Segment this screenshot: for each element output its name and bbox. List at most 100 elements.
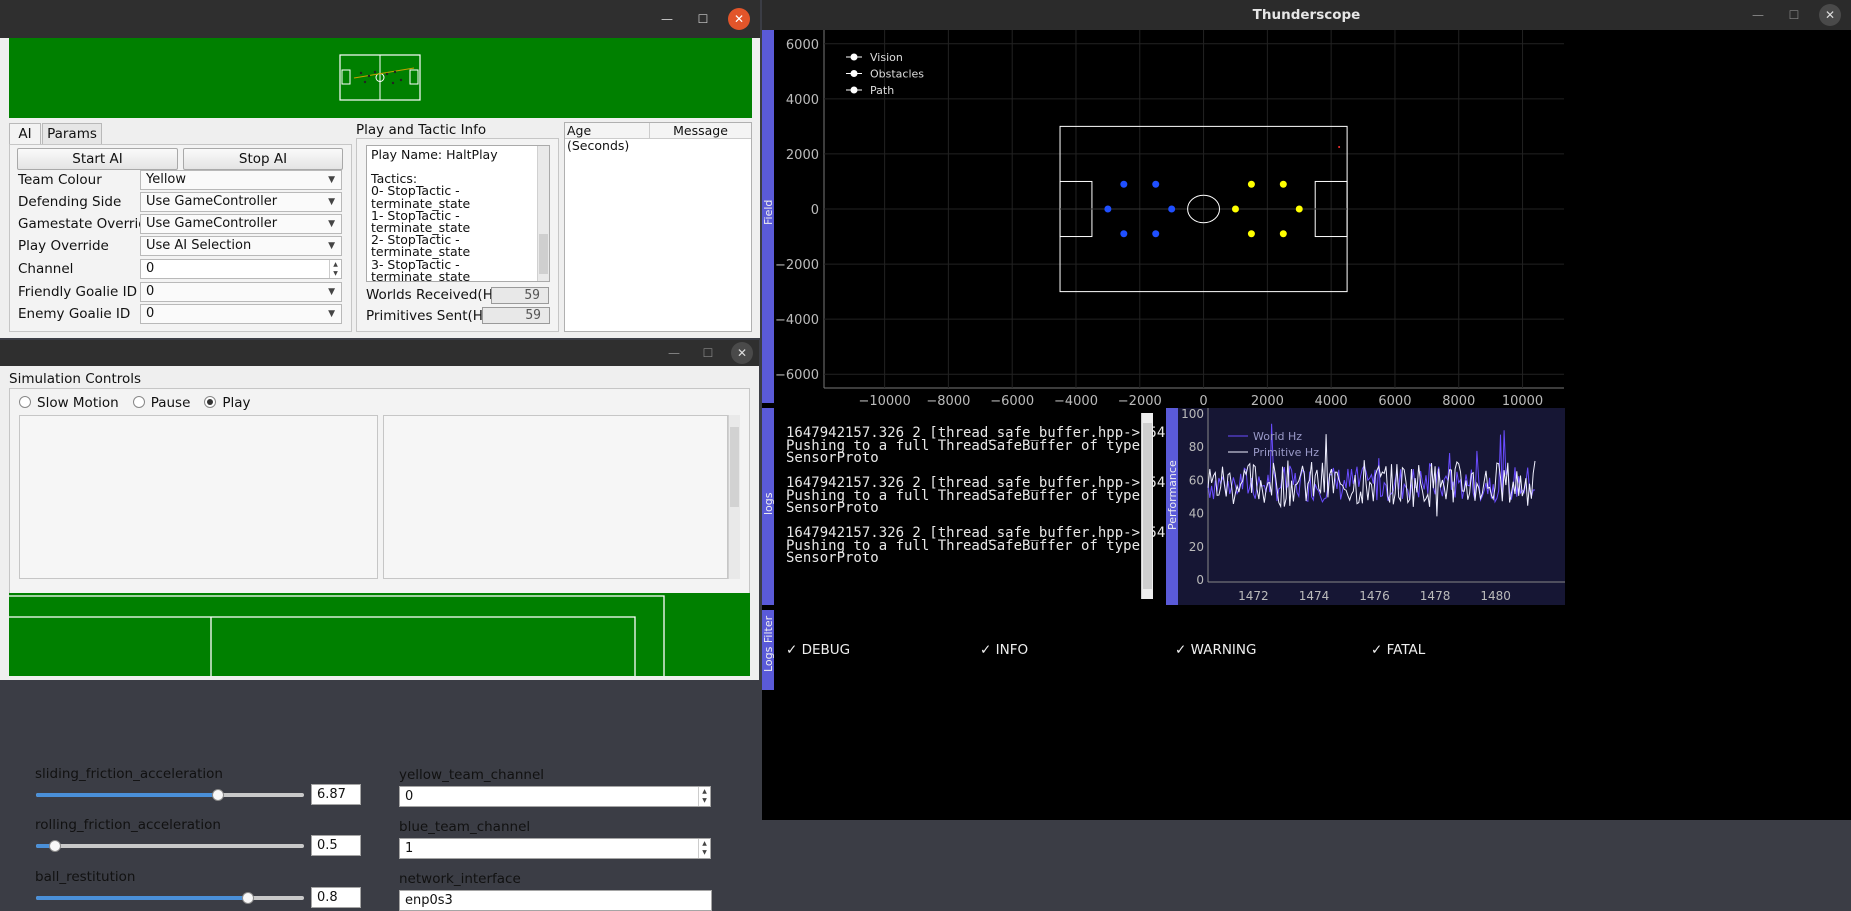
speed-radio-group: Slow Motion Pause Play: [19, 395, 251, 411]
log-filter-checkbox[interactable]: ✓ DEBUG: [786, 642, 850, 658]
spin-arrows-icon[interactable]: ▲ ▼: [698, 787, 710, 806]
spin-arrows-icon[interactable]: ▲ ▼: [329, 260, 341, 278]
maximize-icon[interactable]: ☐: [1783, 4, 1805, 26]
blue-robot[interactable]: [1104, 205, 1112, 213]
slider-handle[interactable]: [48, 840, 61, 852]
field-label: blue_team_channel: [399, 819, 531, 835]
close-icon[interactable]: ✕: [728, 8, 750, 30]
log-filter-label: WARNING: [1190, 642, 1257, 658]
minimize-icon[interactable]: —: [656, 8, 678, 30]
field-input[interactable]: 0 ▲ ▼: [399, 786, 711, 807]
y-tick-label: 6000: [786, 38, 819, 53]
radio-slow-motion-indicator[interactable]: [19, 396, 31, 408]
field-value: enp0s3: [405, 893, 453, 908]
maximize-icon[interactable]: ☐: [692, 8, 714, 30]
legend-label[interactable]: Vision: [870, 51, 903, 64]
x-tick-label: 1474: [1299, 589, 1330, 603]
maximize-icon[interactable]: ☐: [697, 342, 719, 364]
enemy-goalie-select[interactable]: 0 ▼: [140, 304, 342, 324]
field-plot[interactable]: Vision Obstacles Path 6000 4000 2000 0 −2000 −40…: [774, 30, 1564, 410]
tab-params[interactable]: Params: [42, 123, 102, 145]
yellow-robot[interactable]: [1279, 180, 1287, 188]
field-input[interactable]: 1 ▲ ▼: [399, 838, 711, 859]
slider-value-input[interactable]: 0.8: [311, 887, 361, 908]
physics-sliders-panel: [19, 415, 378, 579]
y-tick-label: −4000: [775, 313, 819, 328]
radio-pause-indicator[interactable]: [132, 396, 145, 408]
yellow-robot[interactable]: [1279, 230, 1287, 238]
stop-ai-button[interactable]: Stop AI: [183, 148, 343, 170]
minimize-icon[interactable]: —: [1747, 4, 1769, 26]
radio-slow-motion[interactable]: Slow Motion: [19, 395, 119, 411]
log-table[interactable]: Age (Seconds) Message: [564, 122, 752, 332]
start-ai-button[interactable]: Start AI: [17, 148, 178, 170]
radio-play-label: Play: [222, 395, 251, 411]
yellow-robot[interactable]: [1247, 230, 1255, 238]
log-filter-checkbox[interactable]: ✓ WARNING: [1175, 642, 1256, 658]
defending-side-select[interactable]: Use GameController ▼: [140, 192, 342, 212]
y-tick-label: 60: [1189, 473, 1204, 487]
radio-play-indicator[interactable]: [204, 396, 217, 408]
defending-side-value: Use GameController: [146, 194, 278, 209]
y-tick-label: −6000: [775, 368, 819, 383]
legend-label[interactable]: Obstacles: [870, 68, 924, 81]
slider-handle[interactable]: [241, 892, 254, 904]
radio-play[interactable]: Play: [204, 395, 251, 411]
radio-pause[interactable]: Pause: [132, 395, 191, 411]
play-override-select[interactable]: Use AI Selection ▼: [140, 236, 342, 256]
gamestate-override-select[interactable]: Use GameController ▼: [140, 214, 342, 234]
sim-scrollbar[interactable]: [728, 415, 740, 579]
log-filter-checkbox[interactable]: ✓ INFO: [980, 642, 1028, 658]
scroll-thumb[interactable]: [539, 234, 548, 274]
yellow-robot[interactable]: [1295, 205, 1303, 213]
yellow-robot[interactable]: [1247, 180, 1255, 188]
blue-robot[interactable]: [1120, 230, 1128, 238]
blue-robot[interactable]: [1152, 230, 1160, 238]
log-line: SensorProto: [786, 450, 879, 466]
ball: [1338, 146, 1341, 149]
field-label: yellow_team_channel: [399, 767, 545, 783]
play-info-line: terminate_state: [371, 268, 471, 282]
x-tick-label: −10000: [858, 394, 910, 409]
close-icon[interactable]: ✕: [731, 342, 753, 364]
performance-plot[interactable]: 100 80 60 40 20 0 1472 1474 1476 1478 1480 World Hz…: [1178, 408, 1565, 605]
enemy-goalie-value: 0: [146, 306, 155, 321]
field-label: network_interface: [399, 871, 521, 887]
minimize-icon[interactable]: —: [663, 342, 685, 364]
play-info-scrollbar[interactable]: [537, 146, 549, 281]
sim-controls-title: Simulation Controls: [9, 371, 142, 387]
y-tick-label: 40: [1189, 507, 1204, 521]
y-tick-label: 4000: [786, 93, 819, 108]
blue-robot[interactable]: [1152, 180, 1160, 188]
checkmark-icon: ✓: [980, 642, 996, 658]
slider-value-input[interactable]: 0.5: [311, 835, 361, 856]
team-colour-value: Yellow: [146, 172, 187, 187]
scroll-thumb[interactable]: [730, 427, 739, 507]
channel-spinbox[interactable]: 0 ▲ ▼: [140, 259, 342, 279]
slider-handle[interactable]: [212, 789, 225, 801]
scroll-thumb[interactable]: [1143, 423, 1152, 589]
blue-robot[interactable]: [1168, 205, 1176, 213]
spin-arrows-icon[interactable]: ▲ ▼: [698, 839, 710, 858]
column-age[interactable]: Age (Seconds): [565, 123, 650, 153]
log-filter-checkbox[interactable]: ✓ FATAL: [1371, 642, 1425, 658]
yellow-robot[interactable]: [1231, 205, 1239, 213]
blue-robot[interactable]: [1120, 180, 1128, 188]
log-output[interactable]: 1647942157.326 2 [thread_safe_buffer.hpp…: [786, 426, 1174, 597]
channel-label: Channel: [18, 261, 74, 277]
play-info-title: Play and Tactic Info: [356, 122, 487, 138]
chevron-down-icon: ▼: [328, 175, 335, 185]
team-colour-select[interactable]: Yellow ▼: [140, 170, 342, 190]
legend-label[interactable]: Path: [870, 84, 894, 97]
play-info-line: Play Name: HaltPlay: [371, 147, 498, 162]
slider-value-input[interactable]: 6.87: [311, 784, 361, 805]
slider-track[interactable]: [36, 844, 304, 848]
column-message[interactable]: Message: [650, 123, 751, 138]
field-input[interactable]: enp0s3: [399, 890, 712, 911]
friendly-goalie-select[interactable]: 0 ▼: [140, 282, 342, 302]
tab-ai[interactable]: AI: [9, 123, 41, 145]
log-scrollbar[interactable]: [1141, 413, 1153, 599]
radio-pause-label: Pause: [150, 395, 191, 411]
legend-marker: [850, 53, 858, 61]
close-icon[interactable]: ✕: [1819, 4, 1841, 26]
